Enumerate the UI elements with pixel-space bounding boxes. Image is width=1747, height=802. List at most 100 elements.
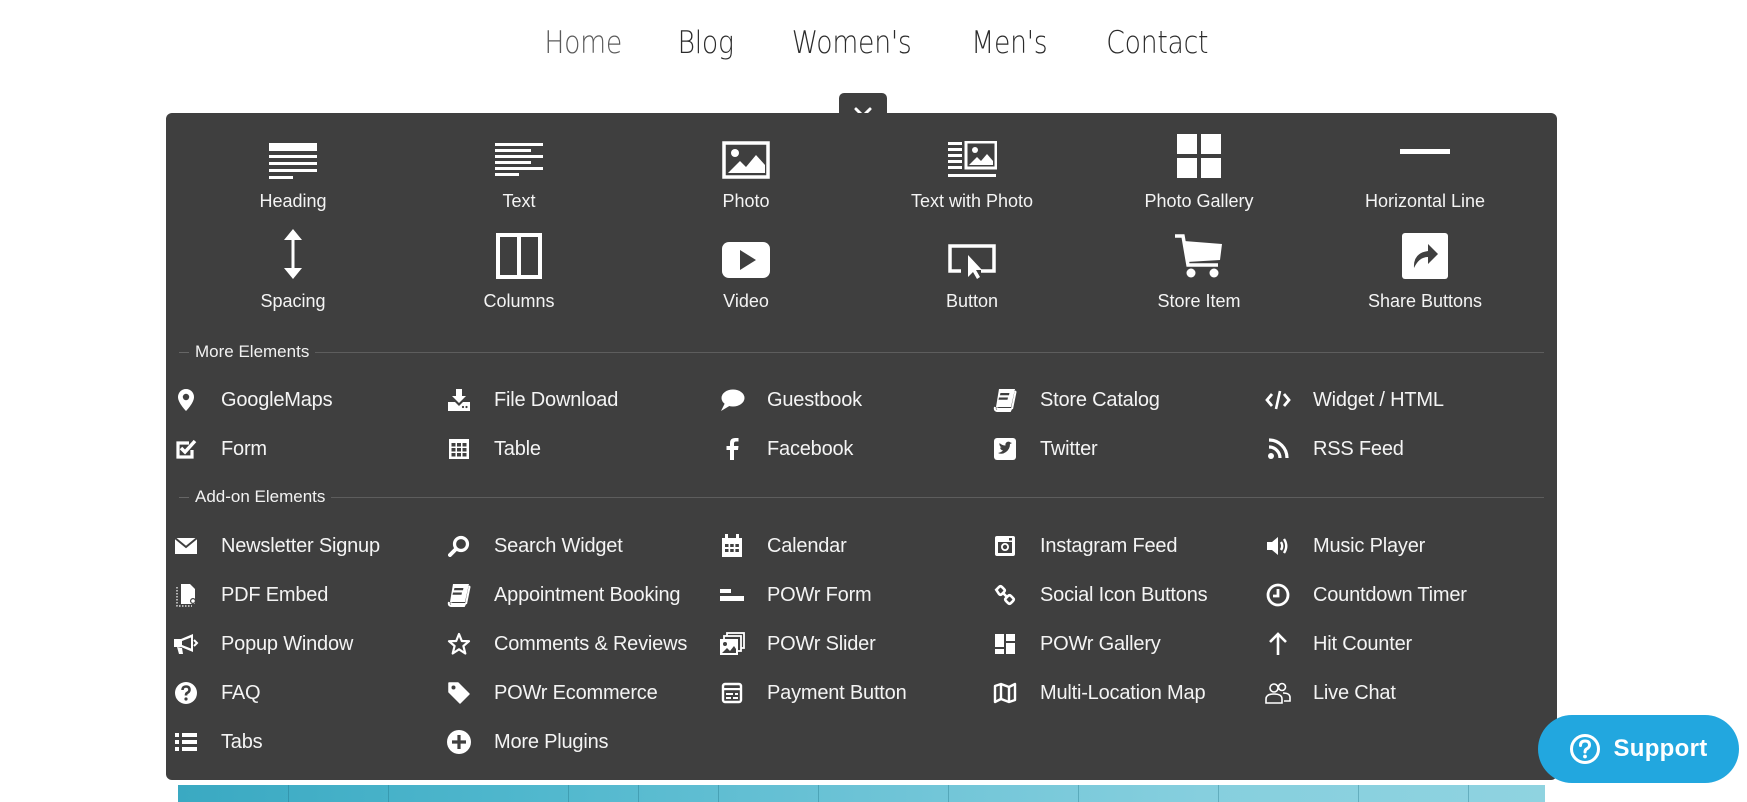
plugin-item-search-widget[interactable]: Search Widget bbox=[444, 529, 623, 563]
plugin-item-widget-html[interactable]: Widget / HTML bbox=[1263, 383, 1444, 417]
text-icon bbox=[414, 125, 624, 179]
question-circle-icon bbox=[1570, 734, 1601, 764]
plugin-item-label: POWr Ecommerce bbox=[494, 681, 658, 704]
book-icon bbox=[444, 583, 474, 607]
plugin-item-label: Widget / HTML bbox=[1313, 388, 1444, 411]
plugin-item-comments-and-reviews[interactable]: Comments & Reviews bbox=[444, 627, 687, 661]
plugin-item-twitter[interactable]: Twitter bbox=[990, 432, 1098, 466]
section-title: Add-on Elements bbox=[195, 487, 326, 506]
element-tile-label: Photo Gallery bbox=[1144, 191, 1254, 211]
plugin-item-rss-feed[interactable]: RSS Feed bbox=[1263, 432, 1404, 466]
element-tile-label: Share Buttons bbox=[1367, 291, 1483, 311]
nav-item-womens[interactable]: Women's bbox=[773, 18, 931, 68]
plugin-item-social-icon-buttons[interactable]: Social Icon Buttons bbox=[990, 578, 1208, 612]
element-tile-photo[interactable]: Photo bbox=[641, 125, 851, 217]
plugin-item-newsletter-signup[interactable]: Newsletter Signup bbox=[171, 529, 380, 563]
plugin-item-guestbook[interactable]: Guestbook bbox=[717, 383, 862, 417]
plugin-item-powr-ecommerce[interactable]: POWr Ecommerce bbox=[444, 676, 658, 710]
element-tile-spacing[interactable]: Spacing bbox=[188, 225, 398, 317]
plugin-item-label: Instagram Feed bbox=[1040, 534, 1178, 557]
button-icon bbox=[867, 225, 1077, 279]
element-tile-photo-gallery[interactable]: Photo Gallery bbox=[1094, 125, 1304, 217]
plugin-item-label: Appointment Booking bbox=[494, 583, 681, 606]
plugin-item-label: Comments & Reviews bbox=[494, 632, 688, 655]
plugin-item-popup-window[interactable]: Popup Window bbox=[171, 627, 353, 661]
element-tile-share-buttons[interactable]: Share Buttons bbox=[1320, 225, 1530, 317]
section-title: More Elements bbox=[195, 342, 310, 361]
add-element-panel: Heading Text Photo Text with Photo Photo Gal… bbox=[166, 113, 1557, 780]
plugin-item-calendar[interactable]: Calendar bbox=[717, 529, 847, 563]
element-tile-store-item[interactable]: Store Item bbox=[1094, 225, 1304, 317]
users-icon bbox=[1263, 681, 1293, 705]
element-tile-button[interactable]: Button bbox=[867, 225, 1077, 317]
plugin-item-label: Social Icon Buttons bbox=[1040, 583, 1208, 606]
plugin-item-hit-counter[interactable]: Hit Counter bbox=[1263, 627, 1412, 661]
text-with-photo-icon bbox=[867, 125, 1077, 179]
element-tile-columns[interactable]: Columns bbox=[414, 225, 624, 317]
plugin-item-table[interactable]: Table bbox=[444, 432, 541, 466]
plugin-item-facebook[interactable]: Facebook bbox=[717, 432, 853, 466]
plugin-item-instagram-feed[interactable]: Instagram Feed bbox=[990, 529, 1177, 563]
plugin-item-powr-gallery[interactable]: POWr Gallery bbox=[990, 627, 1161, 661]
element-tile-heading[interactable]: Heading bbox=[188, 125, 398, 217]
plugin-item-payment-button[interactable]: Payment Button bbox=[717, 676, 907, 710]
download-icon bbox=[444, 388, 474, 412]
element-tile-label: Columns bbox=[483, 291, 555, 311]
plugin-item-live-chat[interactable]: Live Chat bbox=[1263, 676, 1396, 710]
folded-map-icon bbox=[990, 681, 1020, 705]
checkbox-icon bbox=[171, 437, 201, 461]
plugin-item-more-plugins[interactable]: More Plugins bbox=[444, 725, 609, 759]
nav-item-contact[interactable]: Contact bbox=[1087, 18, 1227, 68]
plugin-item-powr-form[interactable]: POWr Form bbox=[717, 578, 872, 612]
code-icon bbox=[1263, 388, 1293, 412]
plugin-item-appointment-booking[interactable]: Appointment Booking bbox=[444, 578, 681, 612]
plugin-item-countdown-timer[interactable]: Countdown Timer bbox=[1263, 578, 1467, 612]
plugin-item-powr-slider[interactable]: POWr Slider bbox=[717, 627, 876, 661]
speaker-icon bbox=[1263, 534, 1293, 558]
gallery-grid-icon bbox=[990, 632, 1020, 656]
nav-item-home[interactable]: Home bbox=[526, 18, 642, 68]
nav-item-mens[interactable]: Men's bbox=[953, 18, 1067, 68]
arrow-up-icon bbox=[1263, 632, 1293, 656]
plugin-item-label: Guestbook bbox=[767, 388, 862, 411]
support-button[interactable]: Support bbox=[1538, 715, 1739, 783]
plugin-item-label: FAQ bbox=[221, 681, 261, 704]
element-tile-label: Video bbox=[723, 291, 769, 311]
element-tile-label: Spacing bbox=[260, 291, 326, 311]
more-elements-header: More Elements bbox=[179, 341, 1544, 363]
plugin-item-store-catalog[interactable]: Store Catalog bbox=[990, 383, 1160, 417]
plugin-item-music-player[interactable]: Music Player bbox=[1263, 529, 1425, 563]
plugin-item-label: RSS Feed bbox=[1313, 437, 1404, 460]
photo-icon bbox=[641, 125, 851, 179]
plugin-item-label: Table bbox=[494, 437, 541, 460]
plugin-item-pdf-embed[interactable]: PDF Embed bbox=[171, 578, 328, 612]
plugin-item-file-download[interactable]: File Download bbox=[444, 383, 618, 417]
facebook-icon bbox=[717, 437, 747, 461]
star-icon bbox=[444, 632, 474, 656]
plugin-item-label: Payment Button bbox=[767, 681, 907, 704]
addon-elements-header: Add-on Elements bbox=[179, 486, 1544, 508]
element-tile-video[interactable]: Video bbox=[641, 225, 851, 317]
plugin-item-googlemaps[interactable]: GoogleMaps bbox=[171, 383, 333, 417]
rss-icon bbox=[1263, 437, 1293, 461]
divider bbox=[179, 351, 189, 353]
cart-icon bbox=[1094, 225, 1304, 279]
element-tile-text-with-photo[interactable]: Text with Photo bbox=[867, 125, 1077, 217]
slider-images-icon bbox=[717, 632, 747, 656]
element-tile-label: Button bbox=[945, 291, 999, 311]
plugin-item-tabs[interactable]: Tabs bbox=[171, 725, 263, 759]
spacing-icon bbox=[188, 225, 398, 279]
columns-icon bbox=[414, 225, 624, 279]
nav-item-blog[interactable]: Blog bbox=[658, 18, 752, 68]
plugin-item-form[interactable]: Form bbox=[171, 432, 267, 466]
megaphone-icon bbox=[171, 632, 201, 656]
element-tile-text[interactable]: Text bbox=[414, 125, 624, 217]
plugin-item-label: Music Player bbox=[1313, 534, 1426, 557]
book-icon bbox=[990, 388, 1020, 412]
element-tile-horizontal-line[interactable]: Horizontal Line bbox=[1320, 125, 1530, 217]
element-tile-label: Text bbox=[502, 191, 536, 211]
plus-circle-icon bbox=[444, 730, 474, 754]
plugin-item-faq[interactable]: FAQ bbox=[171, 676, 261, 710]
plugin-item-multi-location-map[interactable]: Multi-Location Map bbox=[990, 676, 1206, 710]
search-icon bbox=[444, 534, 474, 558]
